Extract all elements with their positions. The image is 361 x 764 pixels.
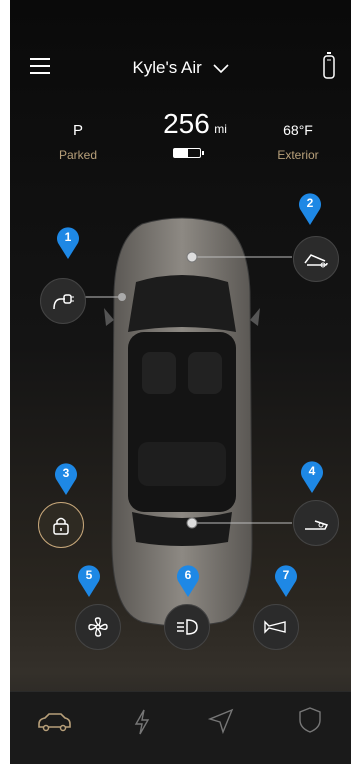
headlights-button[interactable]	[164, 604, 210, 650]
marker-3: 3	[53, 462, 79, 496]
bolt-icon	[134, 709, 150, 735]
marker-7: 7	[273, 564, 299, 598]
marker-5: 5	[76, 564, 102, 598]
marker-4: 4	[299, 460, 325, 494]
frunk-button[interactable]	[293, 236, 339, 282]
car-icon	[38, 713, 71, 732]
trunk-icon	[305, 520, 329, 530]
charge-port-icon	[53, 294, 74, 310]
climate-button[interactable]	[75, 604, 121, 650]
app-screen: Kyle's Air P Parked 256 mi 68°F Exterior	[10, 0, 351, 764]
headlight-icon	[177, 619, 198, 635]
tab-security[interactable]	[298, 706, 322, 739]
marker-6: 6	[175, 564, 201, 598]
tab-car[interactable]	[36, 710, 72, 739]
shield-icon	[299, 707, 321, 733]
trunk-button[interactable]	[293, 500, 339, 546]
horn-icon	[264, 620, 286, 634]
fan-icon	[88, 617, 108, 637]
tab-charging[interactable]	[132, 708, 152, 741]
lock-button[interactable]	[38, 502, 84, 548]
horn-button[interactable]	[253, 604, 299, 650]
frunk-icon	[304, 254, 328, 268]
marker-2: 2	[297, 192, 323, 226]
navigation-icon	[207, 708, 234, 735]
lock-icon	[53, 517, 69, 535]
charge-port-button[interactable]	[40, 278, 86, 324]
marker-1: 1	[55, 226, 81, 260]
tab-navigation[interactable]	[207, 708, 234, 739]
bottom-tab-bar	[10, 691, 351, 764]
